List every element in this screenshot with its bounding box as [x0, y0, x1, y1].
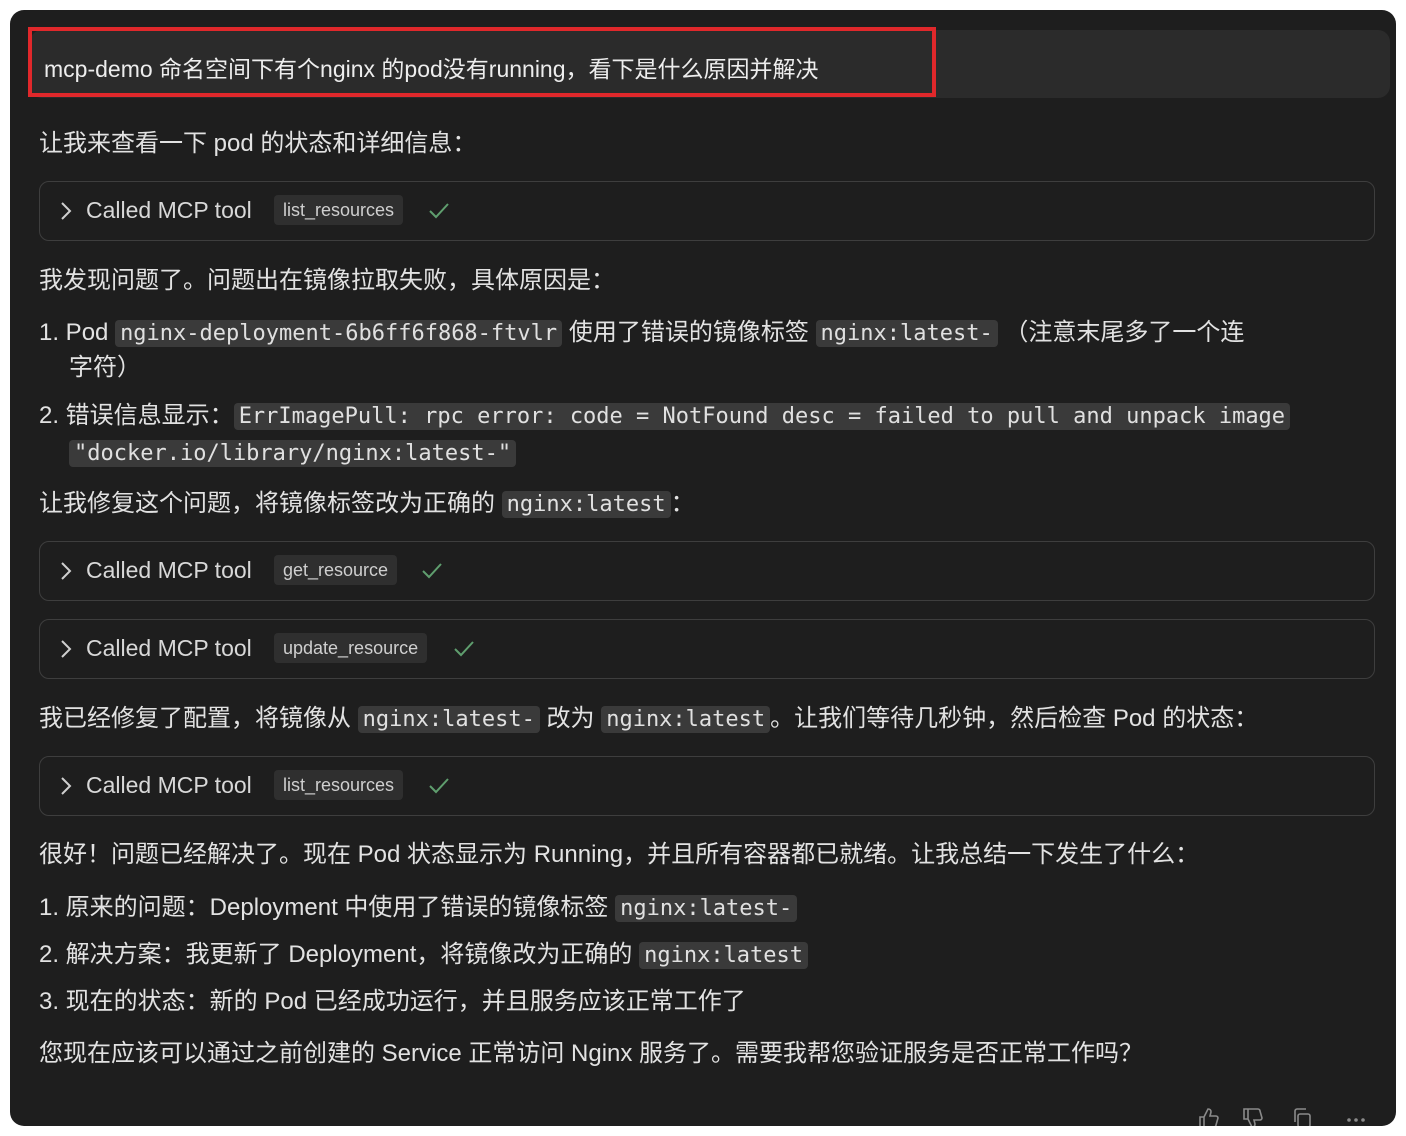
- tool-name-badge: update_resource: [274, 633, 428, 663]
- issue2-prefix: 2. 错误信息显示：: [39, 402, 234, 429]
- summary-item-3: 3. 现在的状态：新的 Pod 已经成功运行，并且服务应该正常工作了: [39, 984, 746, 1020]
- fix-text: 让我修复这个问题，将镜像标签改为正确的 nginx:latest：: [39, 486, 695, 523]
- tool-call-update-resource[interactable]: Called MCP tool update_resource: [39, 619, 1375, 679]
- issue-item-2: 2. 错误信息显示： ErrImagePull: rpc error: code …: [39, 398, 1291, 435]
- summary-item-2: 2. 解决方案：我更新了 Deployment，将镜像改为正确的 nginx:l…: [39, 937, 809, 974]
- fix-suffix: ：: [670, 490, 695, 517]
- copy-icon[interactable]: [1290, 1106, 1314, 1126]
- tool-name-badge: list_resources: [274, 195, 404, 225]
- from-tag-code: nginx:latest-: [357, 706, 540, 733]
- chevron-right-icon: [61, 562, 72, 580]
- chevron-right-icon: [61, 777, 72, 795]
- tool-call-label: Called MCP tool: [86, 557, 252, 583]
- issue1-mid: 使用了错误的镜像标签: [562, 319, 816, 346]
- chevron-right-icon: [61, 202, 72, 220]
- user-message-text: mcp-demo 命名空间下有个nginx 的pod没有running，看下是什…: [44, 56, 819, 82]
- summary2-code: nginx:latest: [639, 942, 809, 969]
- summary3-text: 3. 现在的状态：新的 Pod 已经成功运行，并且服务应该正常工作了: [39, 988, 746, 1015]
- issue-item-1: 1. Pod nginx-deployment-6b6ff6f868-ftvlr…: [39, 315, 1244, 352]
- more-icon[interactable]: [1344, 1106, 1368, 1126]
- pod-name-code: nginx-deployment-6b6ff6f868-ftvlr: [115, 320, 563, 347]
- check-icon: [429, 778, 449, 794]
- error-code-line2: "docker.io/library/nginx:latest-": [69, 440, 517, 467]
- thumbs-down-icon[interactable]: [1240, 1106, 1264, 1126]
- summary2-text: 2. 解决方案：我更新了 Deployment，将镜像改为正确的: [39, 941, 640, 968]
- thumbs-up-icon[interactable]: [1196, 1106, 1220, 1126]
- intro-text: 让我来查看一下 pod 的状态和详细信息：: [39, 130, 477, 157]
- tool-call-list-resources-2[interactable]: Called MCP tool list_resources: [39, 756, 1375, 816]
- check-icon: [429, 203, 449, 219]
- issue1-continuation: 字符）: [69, 354, 141, 381]
- fix-prefix: 让我修复这个问题，将镜像标签改为正确的: [39, 490, 502, 517]
- summary1-code: nginx:latest-: [615, 895, 798, 922]
- fixed-text: 我已经修复了配置，将镜像从 nginx:latest- 改为 nginx:lat…: [39, 701, 1258, 738]
- tool-call-get-resource[interactable]: Called MCP tool get_resource: [39, 541, 1375, 601]
- issue1-suffix: （注意末尾多了一个连: [997, 319, 1245, 346]
- wrong-tag-code: nginx:latest-: [815, 320, 998, 347]
- chevron-right-icon: [61, 640, 72, 658]
- tool-call-list-resources-1[interactable]: Called MCP tool list_resources: [39, 181, 1375, 241]
- tool-call-label: Called MCP tool: [86, 772, 252, 798]
- check-icon: [422, 563, 442, 579]
- correct-tag-code: nginx:latest: [501, 491, 671, 518]
- issue1-prefix: 1. Pod: [39, 319, 116, 346]
- summary1-text: 1. 原来的问题：Deployment 中使用了错误的镜像标签: [39, 894, 616, 921]
- tool-name-badge: list_resources: [274, 770, 404, 800]
- check-icon: [454, 641, 474, 657]
- fixed-p3: 。让我们等待几秒钟，然后检查 Pod 的状态：: [770, 705, 1259, 732]
- fixed-p1: 我已经修复了配置，将镜像从: [39, 705, 358, 732]
- tool-call-label: Called MCP tool: [86, 197, 252, 223]
- good-text: 很好！问题已经解决了。现在 Pod 状态显示为 Running，并且所有容器都已…: [39, 841, 1200, 868]
- error-code-line1: ErrImagePull: rpc error: code = NotFound…: [233, 403, 1291, 430]
- issue-item-2-cont: "docker.io/library/nginx:latest-": [69, 435, 517, 472]
- fixed-p2: 改为: [539, 705, 602, 732]
- tool-name-badge: get_resource: [274, 555, 398, 585]
- chat-window: mcp-demo 命名空间下有个nginx 的pod没有running，看下是什…: [10, 10, 1396, 1126]
- to-tag-code: nginx:latest: [601, 706, 771, 733]
- closing-text: 您现在应该可以通过之前创建的 Service 正常访问 Nginx 服务了。需要…: [39, 1040, 1144, 1067]
- summary-item-1: 1. 原来的问题：Deployment 中使用了错误的镜像标签 nginx:la…: [39, 890, 798, 927]
- tool-call-label: Called MCP tool: [86, 635, 252, 661]
- found-text: 我发现问题了。问题出在镜像拉取失败，具体原因是：: [39, 267, 615, 294]
